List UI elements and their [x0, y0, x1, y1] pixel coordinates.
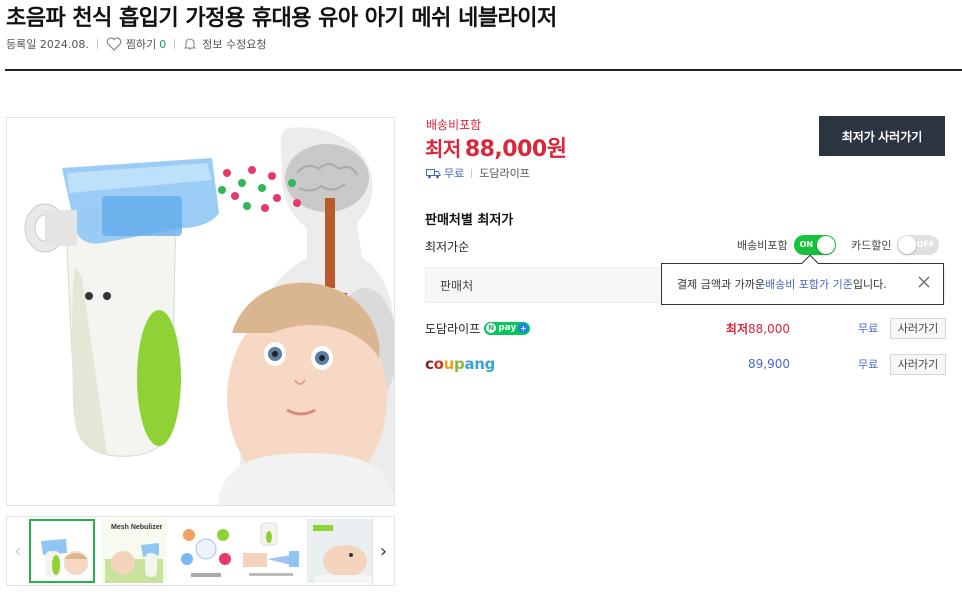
toggle-knob [898, 236, 917, 254]
chevron-left-icon[interactable]: ‹ [7, 517, 29, 585]
product-meta: 등록일 2024.08. 찜하기 0 정보 수정요청 [6, 36, 266, 52]
lowest-price: 최저 88,000원 [425, 131, 567, 163]
table-row: 도담라이프 Npay + 최저88,000 무료 사러가기 [425, 315, 946, 341]
shipping-free: 무료 [444, 167, 465, 180]
toggle-shipping-label: 배송비포함 [737, 239, 788, 252]
table-row: coupang 89,900 무료 사러가기 [425, 351, 946, 377]
row-price-value: 88,000 [748, 321, 790, 336]
thumbnail-5[interactable] [307, 519, 373, 583]
row-price: 89,900 [748, 357, 790, 371]
thumbnail-strip: ‹ Mesh Nebulizer › [6, 516, 395, 586]
main-product-image[interactable] [6, 117, 395, 506]
like-label: 찜하기 [125, 38, 157, 51]
shipping-divider [471, 168, 473, 178]
row-shipping: 무료 [858, 322, 879, 335]
tooltip-highlight: 배송비 포함가 기준 [764, 278, 853, 291]
npay-text: pay [498, 323, 517, 333]
thumbnail-4[interactable] [239, 519, 305, 583]
like-count: 0 [159, 37, 167, 51]
toggle-shipping-switch[interactable]: ON [793, 235, 836, 255]
shipping-tooltip: 결제 금액과 가까운 배송비 포함가 기준 입니다. [661, 254, 944, 305]
product-illustration [24, 127, 394, 505]
npay-badge: Npay + [484, 321, 531, 335]
sort-dropdown[interactable]: 최저가순 [425, 238, 469, 255]
bell-icon [183, 38, 197, 50]
price-value: 88,000원 [464, 137, 567, 162]
row-buy-button[interactable]: 사러가기 [890, 353, 946, 375]
toggle-card-label: 카드할인 [851, 239, 892, 252]
meta-divider [174, 39, 176, 49]
meta-divider [96, 39, 98, 49]
seller-label: 도담라이프 [425, 321, 481, 336]
thumbnail-3[interactable] [173, 519, 239, 583]
row-price: 최저88,000 [675, 320, 790, 337]
row-buy-button[interactable]: 사러가기 [890, 317, 946, 339]
shipping-info: 무료 도담라이프 [426, 165, 530, 181]
shop-name[interactable]: 도담라이프 [479, 165, 530, 181]
report-label: 정보 수정요청 [202, 38, 267, 51]
tooltip-arrow [801, 254, 819, 272]
close-icon[interactable] [917, 275, 931, 289]
toggle-shipping-state: ON [799, 240, 814, 249]
coupang-logo: coupang [425, 355, 496, 373]
toggle-card-state: OFF [916, 240, 935, 249]
tooltip-post: 입니다. [852, 278, 887, 291]
section-title: 판매처별 최저가 [425, 213, 514, 228]
thumb2-caption: Mesh Nebulizer [111, 524, 163, 531]
seller-name[interactable]: coupang [425, 355, 495, 373]
header-seller: 판매처 [440, 278, 474, 293]
registered-date: 등록일 2024.08. [6, 38, 89, 51]
chevron-right-icon[interactable]: › [372, 517, 394, 585]
row-shipping: 무료 [858, 358, 879, 371]
truck-icon [426, 168, 441, 178]
naver-n-icon: N [486, 323, 497, 333]
price-prefix: 최저 [425, 137, 461, 161]
toggle-knob [816, 236, 835, 254]
toggle-card-switch[interactable]: OFF [897, 235, 940, 255]
row-price-label: 최저 [725, 321, 748, 336]
title-divider [5, 69, 962, 71]
toggle-card-group: 카드할인 OFF [851, 235, 940, 255]
plus-icon: + [518, 323, 529, 333]
seller-name[interactable]: 도담라이프 Npay + [425, 320, 531, 337]
buy-lowest-button[interactable]: 최저가 사러가기 [819, 116, 945, 156]
thumbnail-2[interactable]: Mesh Nebulizer [101, 519, 167, 583]
thumbnail-1[interactable] [29, 519, 95, 583]
report-button[interactable]: 정보 수정요청 [183, 36, 266, 52]
toggle-shipping-group: 배송비포함 ON [737, 235, 836, 255]
heart-icon [106, 37, 122, 51]
tooltip-pre: 결제 금액과 가까운 [677, 278, 765, 291]
like-button[interactable]: 찜하기 0 [106, 36, 166, 52]
product-title: 초음파 천식 흡입기 가정용 휴대용 유아 아기 메쉬 네블라이저 [6, 6, 557, 31]
